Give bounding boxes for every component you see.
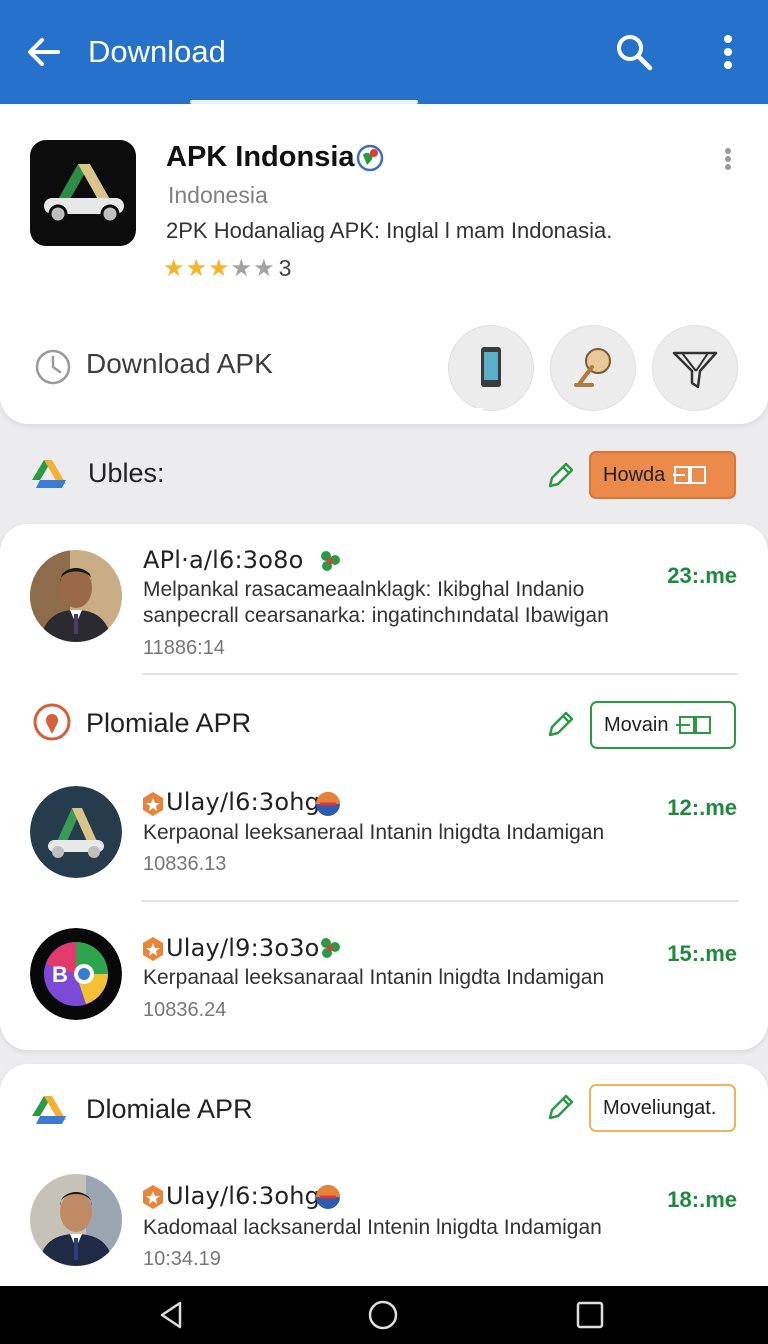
section-title-ubles: Ubles: <box>88 458 165 488</box>
drive-logo-icon <box>32 460 66 488</box>
badge-icon <box>143 937 163 961</box>
movain-chip[interactable]: Movain <box>590 701 736 749</box>
row-meta: 11886:14 <box>143 637 225 659</box>
row-title: APl·a/l6:3o8o <box>143 546 304 574</box>
row-title: Ulay/l9:3o3o <box>166 934 320 962</box>
row-meta: 10:34.19 <box>143 1248 221 1270</box>
app-rating: ★ ★ ★ ★ ★ 3 <box>163 254 291 282</box>
app-more-icon[interactable] <box>716 146 740 172</box>
gong-button[interactable] <box>550 325 636 411</box>
row-meta: 10836.24 <box>143 999 227 1021</box>
columns-icon <box>673 466 707 484</box>
sunset-icon <box>316 792 340 816</box>
star-icon: ★ <box>185 254 208 282</box>
row-title: Ulay/l6:3ohg <box>166 1182 321 1210</box>
search-icon[interactable] <box>612 30 656 74</box>
row-time: 15:.me <box>667 941 737 966</box>
drive-logo-icon <box>32 1096 66 1124</box>
app-name: APK Indonsia <box>166 141 355 173</box>
more-vert-icon[interactable] <box>712 30 744 74</box>
nav-recents-icon[interactable] <box>572 1297 608 1333</box>
phone-button[interactable] <box>448 325 534 411</box>
back-arrow-icon[interactable] <box>22 30 66 74</box>
row-line: Kadomaal lacksanerdal Intenin lnigdta In… <box>143 1216 602 1239</box>
badge-icon <box>143 792 163 816</box>
divider <box>142 673 738 675</box>
edit-icon[interactable] <box>544 458 578 492</box>
nav-back-icon[interactable] <box>154 1297 190 1333</box>
page-title: Download <box>88 34 226 69</box>
divider <box>142 900 738 902</box>
download-apk-label[interactable]: Download APK <box>86 348 273 380</box>
howda-chip[interactable]: Howda <box>589 451 736 499</box>
gong-icon <box>574 348 611 387</box>
row-time: 18:.me <box>667 1187 737 1212</box>
avatar[interactable] <box>30 786 122 878</box>
phone-icon <box>481 347 501 387</box>
star-icon: ★ <box>163 254 185 282</box>
clock-icon <box>35 349 71 385</box>
app-description: 2PK Hodanaliag APK: Inglal l mam Indonas… <box>166 218 613 243</box>
globe-badge-icon <box>356 144 384 172</box>
section-title-plomiale: Plomiale APR <box>86 708 252 738</box>
clover-icon <box>321 938 340 958</box>
rating-count: 3 <box>278 254 292 281</box>
app-region: Indonesia <box>168 182 268 208</box>
chip-label: Howda <box>603 463 666 486</box>
columns-icon <box>676 716 712 734</box>
app-logo <box>30 140 136 246</box>
row-line: Kerpanaal leeksanaraal Intanin lnigdta I… <box>143 966 605 989</box>
filter-button[interactable] <box>652 325 738 411</box>
star-icon: ★ <box>253 254 275 282</box>
edit-icon[interactable] <box>544 1090 578 1124</box>
chip-label: Moveliungat. <box>603 1096 717 1119</box>
app-bar: Download <box>0 0 768 104</box>
avatar[interactable]: B <box>30 928 122 1020</box>
row-line: Melpankal rasacameaalnklagk: Ikibghal In… <box>143 578 585 601</box>
nav-home-icon[interactable] <box>365 1297 401 1333</box>
row-time: 23:.me <box>667 563 737 588</box>
clover-icon <box>321 551 340 571</box>
row-line: sanpecrall cearsanarka: ingatinchındatal… <box>143 604 609 627</box>
popover-pointer <box>456 408 484 422</box>
row-time: 12:.me <box>667 795 737 820</box>
filter-icon <box>672 351 718 389</box>
star-icon: ★ <box>230 254 253 282</box>
star-icon: ★ <box>208 254 230 282</box>
system-nav-bar <box>0 1286 768 1344</box>
badge-icon <box>143 1185 163 1209</box>
sunset-icon <box>316 1185 340 1209</box>
avatar[interactable] <box>30 1174 122 1266</box>
location-pin-icon <box>33 703 71 741</box>
row-meta: 10836.13 <box>143 853 227 875</box>
svg-text:B: B <box>52 962 68 987</box>
avatar[interactable] <box>30 550 122 642</box>
edit-icon[interactable] <box>544 707 578 741</box>
row-title: Ulay/l6:3ohg <box>166 788 321 816</box>
section-title-dlomiale: Dlomiale APR <box>86 1094 253 1124</box>
row-line: Kerpaonal leeksaneraal Intanin lnigdta I… <box>143 821 605 844</box>
chip-label: Movain <box>604 713 669 736</box>
moveliungat-chip[interactable]: Moveliungat. <box>589 1084 736 1132</box>
